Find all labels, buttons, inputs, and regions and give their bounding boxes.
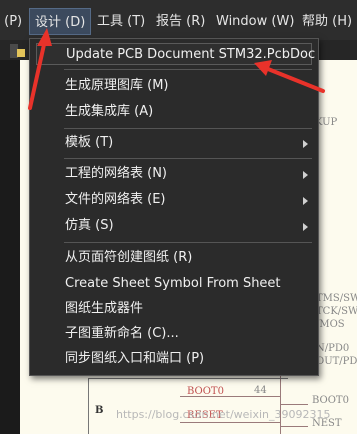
sheet-border [88,378,288,379]
pin-number-44: 44 [254,385,267,396]
submenu-arrow-icon [303,171,308,179]
design-dropdown-menu: Update PCB Document STM32.PcbDoc 生成原理图库 … [29,38,319,376]
menu-item-sheet-to-part[interactable]: 图纸生成器件 [65,298,143,320]
menu-item-simulate[interactable]: 仿真 (S) [65,215,114,237]
wire [180,396,280,397]
left-panel [0,60,20,434]
menu-item-document-netlist[interactable]: 文件的网络表 (E) [65,189,166,211]
sheet-document-icon [17,49,25,57]
menu-window[interactable]: Window (W) [216,12,294,32]
menu-item-create-sheet-symbol[interactable]: Create Sheet Symbol From Sheet [65,273,281,295]
menu-item-make-schematic-library[interactable]: 生成原理图库 (M) [65,75,169,97]
menu-project[interactable]: (P) [0,12,22,32]
net-label-out: OUT/PD1 [316,356,357,367]
menu-bar: (P) 设计 (D) 工具 (T) 报告 (R) Window (W) 帮助 (… [0,0,357,40]
menu-item-templates[interactable]: 模板 (T) [65,132,113,154]
menu-item-rename-child-sheet[interactable]: 子图重新命名 (C)... [65,323,179,345]
wire [180,422,280,423]
menu-separator [64,69,312,70]
menu-separator [64,158,312,159]
menu-item-create-sheet-from-symbol[interactable]: 从页面符创建图纸 (R) [65,247,192,269]
net-label-mos: /MOS [316,319,345,330]
sheet-border [88,378,89,434]
menu-separator [64,128,312,129]
net-label-tms: TMS/SW [316,293,357,304]
menu-item-sync-sheet-entries[interactable]: 同步图纸入口和端口 (P) [65,348,204,370]
grid-label-b: B [95,405,104,416]
submenu-arrow-icon [303,223,308,231]
net-label-boot0: BOOT0 [312,395,349,406]
watermark-text: https://blog.csdn.net/weixin_39092315 [116,408,331,421]
menu-item-update-pcb[interactable]: Update PCB Document STM32.PcbDoc [36,43,315,65]
wire [280,426,308,427]
net-label-tck: TCK/SW [316,306,357,317]
submenu-arrow-icon [303,140,308,148]
menu-item-make-integrated-library[interactable]: 生成集成库 (A) [65,101,153,123]
submenu-arrow-icon [303,197,308,205]
menu-design[interactable]: 设计 (D) [29,8,92,35]
net-label-pd0: N/PD0 [316,343,350,354]
menu-tools[interactable]: 工具 (T) [97,12,145,32]
menu-help[interactable]: 帮助 (H) [302,12,352,32]
menu-reports[interactable]: 报告 (R) [156,12,205,32]
wire [280,404,308,405]
menu-item-project-netlist[interactable]: 工程的网络表 (N) [65,163,167,185]
menu-separator [64,242,312,243]
